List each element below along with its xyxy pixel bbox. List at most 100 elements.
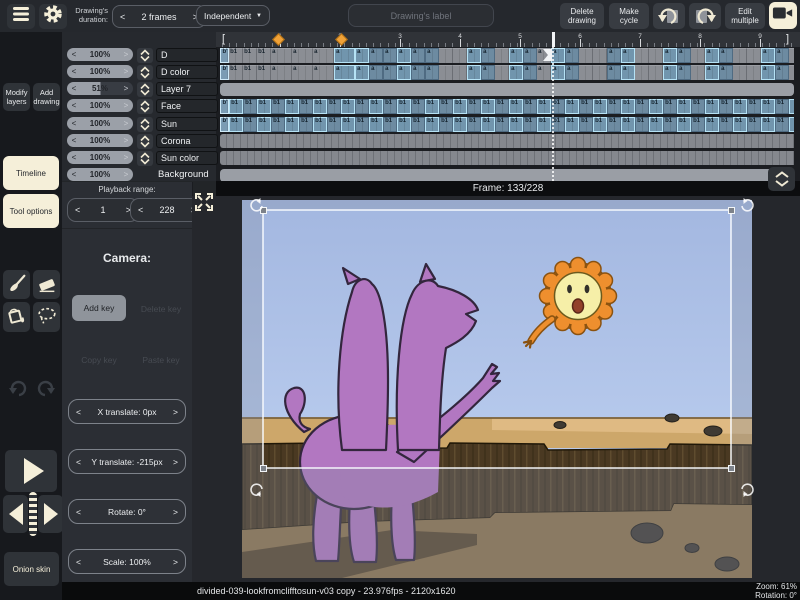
layer-name[interactable]: Face bbox=[156, 99, 218, 113]
timeline-cell[interactable] bbox=[649, 65, 663, 80]
timeline-cell[interactable]: b1 bbox=[229, 48, 243, 63]
timeline-cell[interactable]: b' bbox=[220, 65, 229, 80]
timeline-cell[interactable]: b1 bbox=[467, 117, 481, 132]
timeline-cell[interactable] bbox=[593, 65, 607, 80]
timeline-cell[interactable]: b1 bbox=[775, 99, 789, 114]
layer-opacity-stepper[interactable]: <100%> bbox=[67, 134, 133, 147]
timeline-cell[interactable]: b1 bbox=[761, 99, 775, 114]
timeline-track[interactable]: b'b1b1b1b1b1b1b1b1b1b1b1b1b1b1b1b1b1b1b1… bbox=[220, 99, 794, 114]
timeline-cell[interactable] bbox=[691, 48, 705, 63]
timeline-cell[interactable]: b1 bbox=[523, 99, 537, 114]
timeline-cell[interactable]: b1 bbox=[677, 99, 691, 114]
timeline-cell[interactable]: a bbox=[334, 65, 355, 80]
lasso-tool-button[interactable] bbox=[33, 302, 60, 332]
edit-multiple-button[interactable]: Edit multiple bbox=[725, 3, 765, 29]
timeline-cell[interactable] bbox=[691, 65, 705, 80]
timeline-cell[interactable]: b1 bbox=[621, 117, 635, 132]
timeline-cell[interactable]: b1 bbox=[355, 117, 369, 132]
timeline-cell[interactable]: b1 bbox=[495, 117, 509, 132]
delete-drawing-button[interactable]: Delete drawing bbox=[560, 3, 604, 29]
layer-name[interactable]: D color bbox=[156, 65, 218, 79]
timeline-cell[interactable]: b1 bbox=[453, 117, 467, 132]
timeline-cell[interactable] bbox=[579, 65, 593, 80]
undo-drawing-button[interactable] bbox=[653, 3, 685, 29]
timeline-cell[interactable]: a bbox=[537, 65, 551, 80]
timeline-cell[interactable]: a bbox=[565, 65, 579, 80]
timeline-cell[interactable]: b1 bbox=[243, 48, 257, 63]
opacity-increment[interactable]: > bbox=[119, 67, 133, 76]
timeline-cell[interactable]: b1 bbox=[355, 99, 369, 114]
redo-drawing-button[interactable] bbox=[689, 3, 721, 29]
timeline-cell[interactable] bbox=[593, 48, 607, 63]
timeline-cell[interactable]: b1 bbox=[411, 117, 425, 132]
timeline-cell[interactable]: b1 bbox=[649, 117, 663, 132]
layer-name[interactable]: D bbox=[156, 48, 218, 62]
timeline-cell[interactable]: b1 bbox=[341, 99, 355, 114]
next-frame-button[interactable] bbox=[38, 495, 63, 533]
camera-y-translate-stepper[interactable]: < Y translate: -215px > bbox=[68, 449, 186, 474]
timeline-cell[interactable]: b1 bbox=[537, 117, 551, 132]
timeline-cell[interactable]: a bbox=[663, 48, 677, 63]
timeline-cell[interactable]: b1 bbox=[523, 117, 537, 132]
copy-key-button[interactable]: Copy key bbox=[72, 355, 126, 365]
timeline-cell[interactable]: a bbox=[719, 65, 733, 80]
rotate-handle-bottom-left-icon[interactable] bbox=[248, 482, 264, 498]
timeline-cell[interactable]: b1 bbox=[397, 99, 411, 114]
timeline-cell[interactable]: b1 bbox=[649, 99, 663, 114]
timeline-cell[interactable]: b1 bbox=[593, 117, 607, 132]
timeline-cell[interactable]: a bbox=[509, 65, 523, 80]
timeline-cell[interactable]: a bbox=[705, 48, 719, 63]
delete-key-button[interactable]: Delete key bbox=[134, 304, 188, 314]
drawing-label-input[interactable]: Drawing's label bbox=[348, 4, 494, 27]
timeline-cell[interactable]: b1 bbox=[565, 99, 579, 114]
timeline-cell[interactable]: a bbox=[355, 48, 369, 63]
timeline-cell[interactable]: b1 bbox=[593, 99, 607, 114]
timeline-cell[interactable] bbox=[579, 48, 593, 63]
camera-x-translate-stepper[interactable]: < X translate: 0px > bbox=[68, 399, 186, 424]
timeline-cell[interactable]: a bbox=[425, 48, 439, 63]
timeline-cell[interactable]: b1 bbox=[453, 99, 467, 114]
layer-opacity-stepper[interactable]: <100%> bbox=[67, 48, 133, 61]
timeline-cell[interactable]: b' bbox=[220, 117, 229, 132]
timeline-cell[interactable]: a bbox=[292, 48, 313, 63]
hamburger-menu-button[interactable] bbox=[7, 4, 35, 29]
timeline-track[interactable] bbox=[220, 82, 794, 97]
layer-name[interactable]: Sun bbox=[156, 117, 218, 131]
timeline-cell[interactable]: b1 bbox=[327, 117, 341, 132]
timeline-cell[interactable]: b1 bbox=[677, 117, 691, 132]
timeline-cell[interactable]: b1 bbox=[327, 99, 341, 114]
frame-scrub-handle[interactable] bbox=[29, 492, 37, 536]
onion-skin-button[interactable]: Onion skin bbox=[4, 552, 59, 586]
timeline-cell[interactable]: b1 bbox=[439, 117, 453, 132]
opacity-increment[interactable]: > bbox=[119, 101, 133, 110]
timeline-cell[interactable]: b1 bbox=[481, 117, 495, 132]
timeline-cell[interactable]: b1 bbox=[635, 117, 649, 132]
timeline-cell[interactable]: a bbox=[481, 48, 495, 63]
opacity-decrement[interactable]: < bbox=[67, 170, 81, 179]
timeline-cell[interactable]: a bbox=[425, 65, 439, 80]
timeline-cell[interactable]: b1 bbox=[369, 99, 383, 114]
timeline-cell[interactable] bbox=[789, 48, 794, 63]
timeline-cell[interactable]: b1 bbox=[705, 117, 719, 132]
timeline-cell[interactable]: a bbox=[411, 48, 425, 63]
timeline-cell[interactable]: b1 bbox=[243, 99, 257, 114]
timeline-track[interactable]: b'b1b1b1b1b1b1b1b1b1b1b1b1b1b1b1b1b1b1b1… bbox=[220, 117, 794, 132]
timeline-cell[interactable]: b1 bbox=[243, 117, 257, 132]
timeline-cell[interactable]: b1 bbox=[635, 99, 649, 114]
timeline-track[interactable] bbox=[220, 151, 794, 166]
timeline-cell[interactable]: a bbox=[383, 48, 397, 63]
timeline-cell[interactable]: a bbox=[397, 65, 411, 80]
timeline-cell[interactable]: b1 bbox=[229, 99, 243, 114]
timeline-cell[interactable] bbox=[439, 65, 453, 80]
timeline-cell[interactable] bbox=[733, 48, 747, 63]
prev-frame-button[interactable] bbox=[3, 495, 28, 533]
timeline-cell[interactable]: a bbox=[467, 48, 481, 63]
opacity-increment[interactable]: > bbox=[119, 84, 133, 93]
timeline-cell[interactable]: b1 bbox=[257, 99, 271, 114]
timeline-cell[interactable]: b1 bbox=[271, 117, 285, 132]
timeline-cell[interactable]: b1 bbox=[411, 99, 425, 114]
timeline-cell[interactable]: b1 bbox=[509, 117, 523, 132]
eraser-tool-button[interactable] bbox=[33, 270, 60, 299]
timeline-cell[interactable]: b1 bbox=[383, 99, 397, 114]
layer-reorder-control[interactable] bbox=[137, 48, 153, 63]
